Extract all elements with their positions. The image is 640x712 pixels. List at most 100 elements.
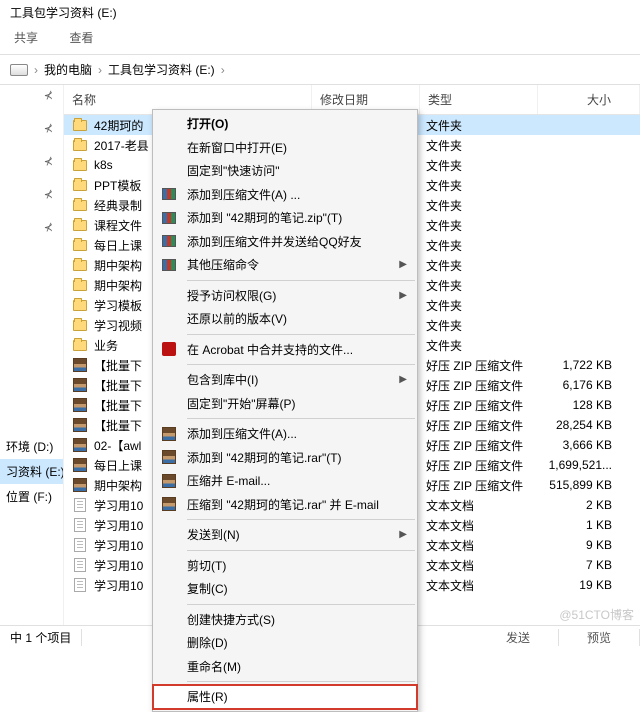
folder-icon: [72, 157, 88, 173]
context-menu: 打开(O) 在新窗口中打开(E) 固定到"快速访问" 添加到压缩文件(A) ... 添加…: [152, 109, 418, 712]
folder-icon: [72, 197, 88, 213]
file-type: 文件夹: [426, 257, 544, 274]
pin-icon: ⊀: [44, 221, 53, 234]
file-size: 128 KB: [544, 398, 640, 412]
menu-item-label: 打开(O): [187, 115, 228, 132]
text-file-icon: [72, 577, 88, 593]
chevron-right-icon: ›: [98, 63, 102, 77]
winrar-icon: [161, 426, 177, 442]
menu-share[interactable]: 共享: [0, 27, 52, 48]
chevron-right-icon: ›: [221, 63, 225, 77]
context-menu-item[interactable]: 剪切(T): [153, 554, 417, 578]
file-type: 好压 ZIP 压缩文件: [426, 397, 544, 414]
archive-icon: [72, 477, 88, 493]
context-menu-item[interactable]: 授予访问权限(G)▶: [153, 284, 417, 308]
context-menu-item[interactable]: 固定到"快速访问": [153, 159, 417, 183]
status-tab-send[interactable]: 发送: [478, 629, 559, 646]
menu-separator: [187, 681, 415, 682]
menu-item-label: 还原以前的版本(V): [187, 310, 287, 327]
folder-icon: [72, 297, 88, 313]
pin-icon: ⊀: [44, 89, 53, 102]
folder-icon: [72, 117, 88, 133]
archive-icon: [161, 233, 177, 249]
file-type: 文件夹: [426, 177, 544, 194]
winrar-icon: [161, 449, 177, 465]
menu-item-label: 添加到压缩文件(A)...: [187, 425, 297, 442]
context-menu-item[interactable]: 复制(C): [153, 577, 417, 601]
folder-icon: [72, 217, 88, 233]
context-menu-item[interactable]: 属性(R): [153, 685, 417, 709]
file-size: 3,666 KB: [544, 438, 640, 452]
menu-item-label: 压缩到 "42期珂的笔记.rar" 并 E-mail: [187, 496, 379, 513]
menu-view[interactable]: 查看: [55, 27, 107, 48]
sidebar-item[interactable]: 位置 (F:): [0, 484, 63, 509]
breadcrumb-root[interactable]: 我的电脑: [44, 61, 92, 78]
context-menu-item[interactable]: 添加到 "42期珂的笔记.rar"(T): [153, 446, 417, 470]
context-menu-item[interactable]: 添加到压缩文件并发送给QQ好友: [153, 230, 417, 254]
archive-icon: [72, 357, 88, 373]
breadcrumb-leaf[interactable]: 工具包学习资料 (E:): [108, 61, 215, 78]
context-menu-item[interactable]: 压缩并 E-mail...: [153, 469, 417, 493]
menu-separator: [187, 280, 415, 281]
menu-item-label: 在 Acrobat 中合并支持的文件...: [187, 341, 353, 358]
context-menu-item[interactable]: 发送到(N)▶: [153, 523, 417, 547]
acrobat-icon: [161, 341, 177, 357]
context-menu-item[interactable]: 删除(D): [153, 631, 417, 655]
col-type[interactable]: 类型: [420, 85, 538, 114]
status-tab-preview[interactable]: 预览: [559, 629, 640, 646]
address-bar[interactable]: › 我的电脑 › 工具包学习资料 (E:) ›: [0, 55, 640, 85]
file-type: 文件夹: [426, 217, 544, 234]
file-type: 文本文档: [426, 557, 544, 574]
context-menu-item[interactable]: 添加到压缩文件(A)...: [153, 422, 417, 446]
menu-item-label: 固定到"快速访问": [187, 162, 280, 179]
sidebar: ⊀ ⊀ ⊀ ⊀ ⊀ 环境 (D:)习资料 (E:)位置 (F:): [0, 85, 64, 642]
file-type: 文件夹: [426, 337, 544, 354]
menu-item-label: 其他压缩命令: [187, 256, 259, 273]
folder-icon: [72, 337, 88, 353]
file-type: 文件夹: [426, 277, 544, 294]
menu-item-label: 添加到 "42期珂的笔记.rar"(T): [187, 449, 342, 466]
menu-item-label: 发送到(N): [187, 526, 240, 543]
archive-icon: [72, 377, 88, 393]
archive-icon: [72, 397, 88, 413]
context-menu-item[interactable]: 压缩到 "42期珂的笔记.rar" 并 E-mail: [153, 493, 417, 517]
context-menu-item[interactable]: 固定到"开始"屏幕(P): [153, 392, 417, 416]
winrar-icon: [161, 473, 177, 489]
context-menu-item[interactable]: 创建快捷方式(S): [153, 608, 417, 632]
menu-item-label: 固定到"开始"屏幕(P): [187, 395, 296, 412]
menu-separator: [187, 364, 415, 365]
folder-icon: [72, 137, 88, 153]
sidebar-item[interactable]: 环境 (D:): [0, 434, 63, 459]
file-type: 好压 ZIP 压缩文件: [426, 457, 544, 474]
file-type: 好压 ZIP 压缩文件: [426, 377, 544, 394]
menu-separator: [187, 519, 415, 520]
context-menu-item[interactable]: 重命名(M): [153, 655, 417, 679]
archive-icon: [72, 417, 88, 433]
sidebar-item[interactable]: 习资料 (E:): [0, 459, 63, 484]
context-menu-item[interactable]: 其他压缩命令▶: [153, 253, 417, 277]
context-menu-item[interactable]: 在 Acrobat 中合并支持的文件...: [153, 338, 417, 362]
file-size: 7 KB: [544, 558, 640, 572]
archive-icon: [72, 437, 88, 453]
context-menu-item[interactable]: 包含到库中(I)▶: [153, 368, 417, 392]
col-size[interactable]: 大小: [538, 85, 640, 114]
menu-bar: 共享 查看: [0, 25, 640, 55]
menu-separator: [187, 418, 415, 419]
menu-item-label: 添加到压缩文件(A) ...: [187, 186, 300, 203]
file-type: 文本文档: [426, 537, 544, 554]
context-menu-item[interactable]: 打开(O): [153, 112, 417, 136]
folder-icon: [72, 317, 88, 333]
context-menu-item[interactable]: 添加到 "42期珂的笔记.zip"(T): [153, 206, 417, 230]
menu-item-label: 包含到库中(I): [187, 371, 258, 388]
archive-icon: [161, 210, 177, 226]
folder-icon: [72, 257, 88, 273]
chevron-right-icon: ▶: [399, 290, 407, 301]
archive-icon: [161, 257, 177, 273]
file-size: 1,722 KB: [544, 358, 640, 372]
file-type: 文本文档: [426, 497, 544, 514]
context-menu-item[interactable]: 还原以前的版本(V): [153, 307, 417, 331]
text-file-icon: [72, 517, 88, 533]
menu-item-label: 压缩并 E-mail...: [187, 472, 270, 489]
context-menu-item[interactable]: 添加到压缩文件(A) ...: [153, 183, 417, 207]
context-menu-item[interactable]: 在新窗口中打开(E): [153, 136, 417, 160]
